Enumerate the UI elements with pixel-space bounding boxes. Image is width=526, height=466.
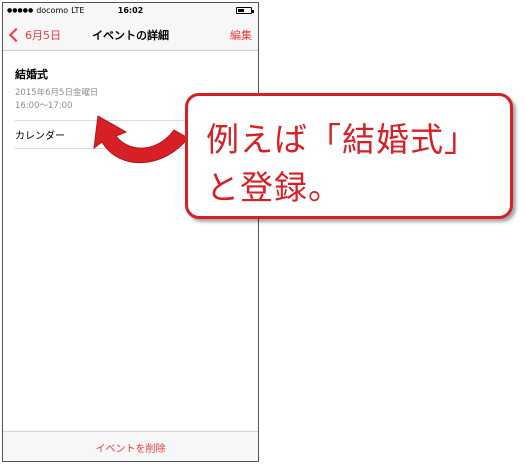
delete-event-button[interactable]: イベントを削除 — [96, 440, 166, 455]
arrow-body — [93, 115, 189, 164]
status-bar: ●●●●● docomo LTE 16:02 — [3, 3, 258, 19]
calendar-row[interactable]: カレンダー — [15, 127, 65, 142]
event-time: 16:00〜17:00 — [15, 101, 73, 111]
page-title: イベントの詳細 — [92, 29, 169, 42]
battery-icon — [236, 7, 254, 14]
phone-screen: ●●●●● docomo LTE 16:02 6月5日 イベントの詳細 編集 結… — [2, 2, 259, 462]
screenshot-stage: ●●●●● docomo LTE 16:02 6月5日 イベントの詳細 編集 結… — [0, 0, 526, 466]
bottom-toolbar: イベントを削除 — [3, 431, 258, 461]
status-time: 16:02 — [117, 6, 144, 15]
annotation-callout: 例えば「結婚式」 と登録。 — [185, 93, 513, 219]
navigation-bar: 6月5日 イベントの詳細 編集 — [3, 19, 258, 51]
callout-line-1: 例えば「結婚式」 — [206, 120, 478, 159]
event-title: 結婚式 — [15, 68, 48, 81]
callout-line-2: と登録。 — [206, 168, 342, 207]
edit-button[interactable]: 編集 — [230, 27, 252, 43]
